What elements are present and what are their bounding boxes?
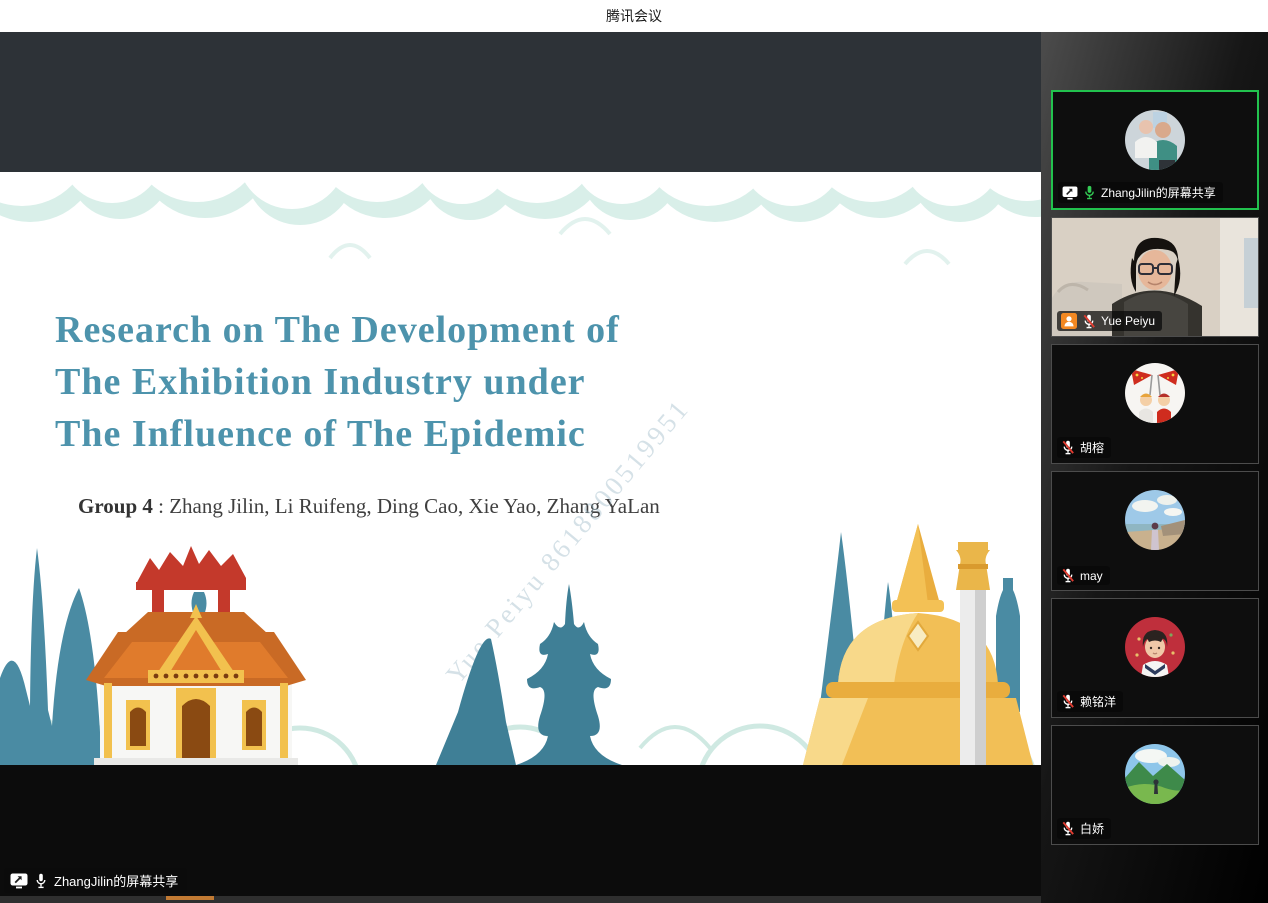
participant-name: may — [1080, 569, 1103, 583]
participant-tile-yuepeiyu[interactable]: Yue Peiyu — [1051, 217, 1259, 337]
window-titlebar: 腾讯会议 — [0, 0, 1268, 32]
slide-title: Research on The Development of The Exhib… — [55, 304, 620, 460]
participants-sidebar: ZhangJilin的屏幕共享 — [1041, 32, 1268, 903]
group-prefix: Group 4 — [78, 494, 153, 518]
orange-indicator — [166, 896, 214, 900]
window-title: 腾讯会议 — [606, 6, 662, 26]
microphone-icon — [34, 873, 48, 889]
thai-monuments-illustration — [0, 520, 1041, 765]
mic-on-icon — [1083, 185, 1096, 200]
slide-title-line-3: The Influence of The Epidemic — [55, 408, 620, 460]
screen-share-stage: Research on The Development of The Exhib… — [0, 32, 1041, 903]
mic-muted-icon — [1061, 568, 1075, 583]
participant-label: 胡榕 — [1057, 437, 1111, 458]
participant-name: 胡榕 — [1080, 439, 1104, 456]
cloud-decoration-top — [0, 172, 1041, 282]
participant-name: 赖铭洋 — [1080, 693, 1116, 710]
presentation-slide: Research on The Development of The Exhib… — [0, 172, 1041, 765]
participant-name: ZhangJilin的屏幕共享 — [1101, 184, 1216, 201]
participant-tile-zhangjilin[interactable]: ZhangJilin的屏幕共享 — [1051, 90, 1259, 210]
left-spires — [0, 548, 112, 765]
participant-tile-hurong[interactable]: 胡榕 — [1051, 344, 1259, 464]
marble-temple — [86, 604, 306, 765]
screen-share-icon — [10, 873, 28, 889]
mic-muted-icon — [1061, 440, 1075, 455]
avatar-kids-china-flags — [1125, 363, 1185, 423]
participant-label: 赖铭洋 — [1057, 691, 1123, 712]
screen-share-icon — [1062, 186, 1078, 200]
avatar-sky-beach — [1125, 490, 1185, 550]
letterbox-top — [0, 32, 1041, 172]
slide-title-line-1: Research on The Development of — [55, 304, 620, 356]
participant-label: Yue Peiyu — [1057, 311, 1162, 331]
participant-label: ZhangJilin的屏幕共享 — [1058, 182, 1223, 203]
white-pillar — [956, 542, 990, 765]
participant-label: may — [1057, 566, 1110, 585]
mic-muted-icon — [1061, 821, 1075, 836]
participant-tile-baijiao[interactable]: 白娇 — [1051, 725, 1259, 845]
participant-label: 白娇 — [1057, 818, 1111, 839]
avatar-cartoon-girl-red — [1125, 617, 1185, 677]
host-badge-icon — [1061, 313, 1077, 329]
participant-name: 白娇 — [1080, 820, 1104, 837]
presenter-overlay-text: ZhangJilin的屏幕共享 — [54, 871, 178, 890]
participant-name: Yue Peiyu — [1101, 314, 1155, 328]
slide-title-line-2: The Exhibition Industry under — [55, 356, 620, 408]
participant-tile-laimingyang[interactable]: 赖铭洋 — [1051, 598, 1259, 718]
mic-muted-icon — [1061, 694, 1075, 709]
presenter-overlay: ZhangJilin的屏幕共享 — [4, 868, 187, 893]
mic-muted-icon — [1082, 314, 1096, 329]
avatar-mountain-landscape — [1125, 744, 1185, 804]
bottom-edge-strip — [0, 896, 1041, 903]
participant-tile-may[interactable]: may — [1051, 471, 1259, 591]
avatar-man-holding-baby — [1125, 110, 1185, 170]
